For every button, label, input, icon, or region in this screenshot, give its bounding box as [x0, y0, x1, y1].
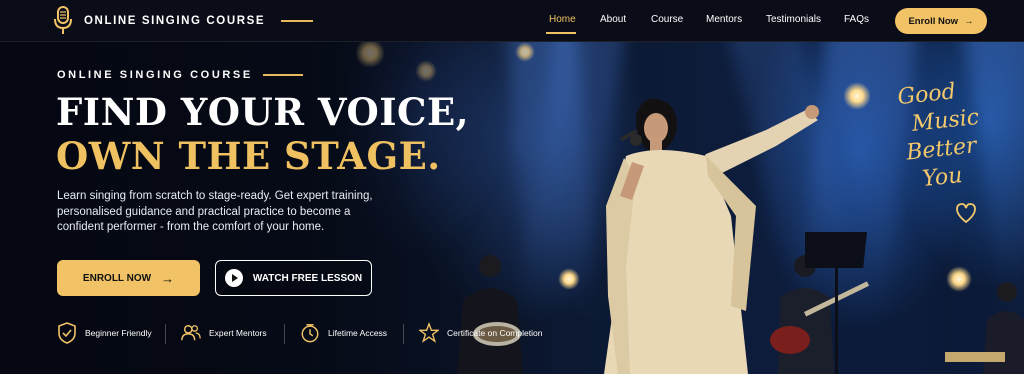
feature-expert-mentors: Expert Mentors: [181, 322, 267, 344]
feature-beginner-friendly: Beginner Friendly: [57, 322, 152, 344]
feature-divider: [165, 324, 166, 344]
good-music-better-you-script: Good Music Better You: [879, 75, 1000, 198]
feature-lifetime-access: Lifetime Access: [300, 322, 387, 344]
arrow-right-icon: →: [964, 15, 974, 27]
play-icon: [224, 269, 243, 287]
drummer-figure: [457, 255, 523, 374]
nav-testimonials[interactable]: Testimonials: [766, 14, 821, 25]
hero-description: Learn singing from scratch to stage-read…: [57, 190, 373, 233]
singer-figure: [604, 98, 819, 374]
nav-active-indicator: [546, 32, 576, 34]
nav-mentors[interactable]: Mentors: [706, 14, 742, 25]
shield-check-icon: [58, 322, 76, 344]
star-badge-icon: [419, 322, 439, 343]
hero-eyebrow: ONLINE SINGING COURSE: [57, 69, 303, 81]
heart-icon: [956, 203, 976, 224]
enroll-now-label: ENROLL NOW: [82, 272, 152, 284]
feature-label: Expert Mentors: [209, 328, 267, 338]
nav-course[interactable]: Course: [651, 14, 683, 25]
feature-label: Lifetime Access: [328, 328, 388, 338]
nav-home[interactable]: Home: [549, 14, 576, 25]
hero-eyebrow-text: ONLINE SINGING COURSE: [57, 69, 253, 81]
feature-certificate: Certificate on Completion: [419, 322, 542, 344]
users-icon: [181, 325, 201, 341]
nav-faqs[interactable]: FAQs: [844, 14, 869, 25]
site-header: ONLINE SINGING COURSE Home About Course …: [0, 0, 1024, 42]
hero-title-line1: FIND YOUR VOICE,: [56, 90, 470, 134]
feature-label: Certificate on Completion: [447, 328, 543, 338]
eyebrow-line: [262, 74, 303, 76]
microphone-icon: [54, 6, 72, 34]
logo-text: ONLINE SINGING COURSE: [84, 15, 266, 27]
clock-icon: [301, 324, 319, 343]
logo-underline: [281, 20, 314, 22]
feature-label: Beginner Friendly: [85, 328, 152, 338]
hero-title-line2: OWN THE STAGE.: [56, 134, 441, 178]
watch-free-lesson-button[interactable]: WATCH FREE LESSON: [215, 260, 372, 296]
keyboardist-figure: [945, 282, 1024, 374]
hero-background: [0, 0, 1024, 374]
feature-divider: [284, 324, 285, 344]
feature-divider: [403, 324, 404, 344]
enroll-now-button[interactable]: ENROLL NOW →: [57, 260, 200, 296]
hero-title: FIND YOUR VOICE, OWN THE STAGE.: [56, 90, 469, 178]
logo[interactable]: ONLINE SINGING COURSE: [52, 6, 314, 36]
watch-free-lesson-label: WATCH FREE LESSON: [252, 272, 363, 284]
enroll-now-header-label: Enroll Now: [908, 15, 959, 27]
nav-about[interactable]: About: [600, 14, 626, 25]
enroll-now-header-button[interactable]: Enroll Now →: [895, 8, 987, 34]
arrow-right-icon: →: [161, 270, 175, 286]
